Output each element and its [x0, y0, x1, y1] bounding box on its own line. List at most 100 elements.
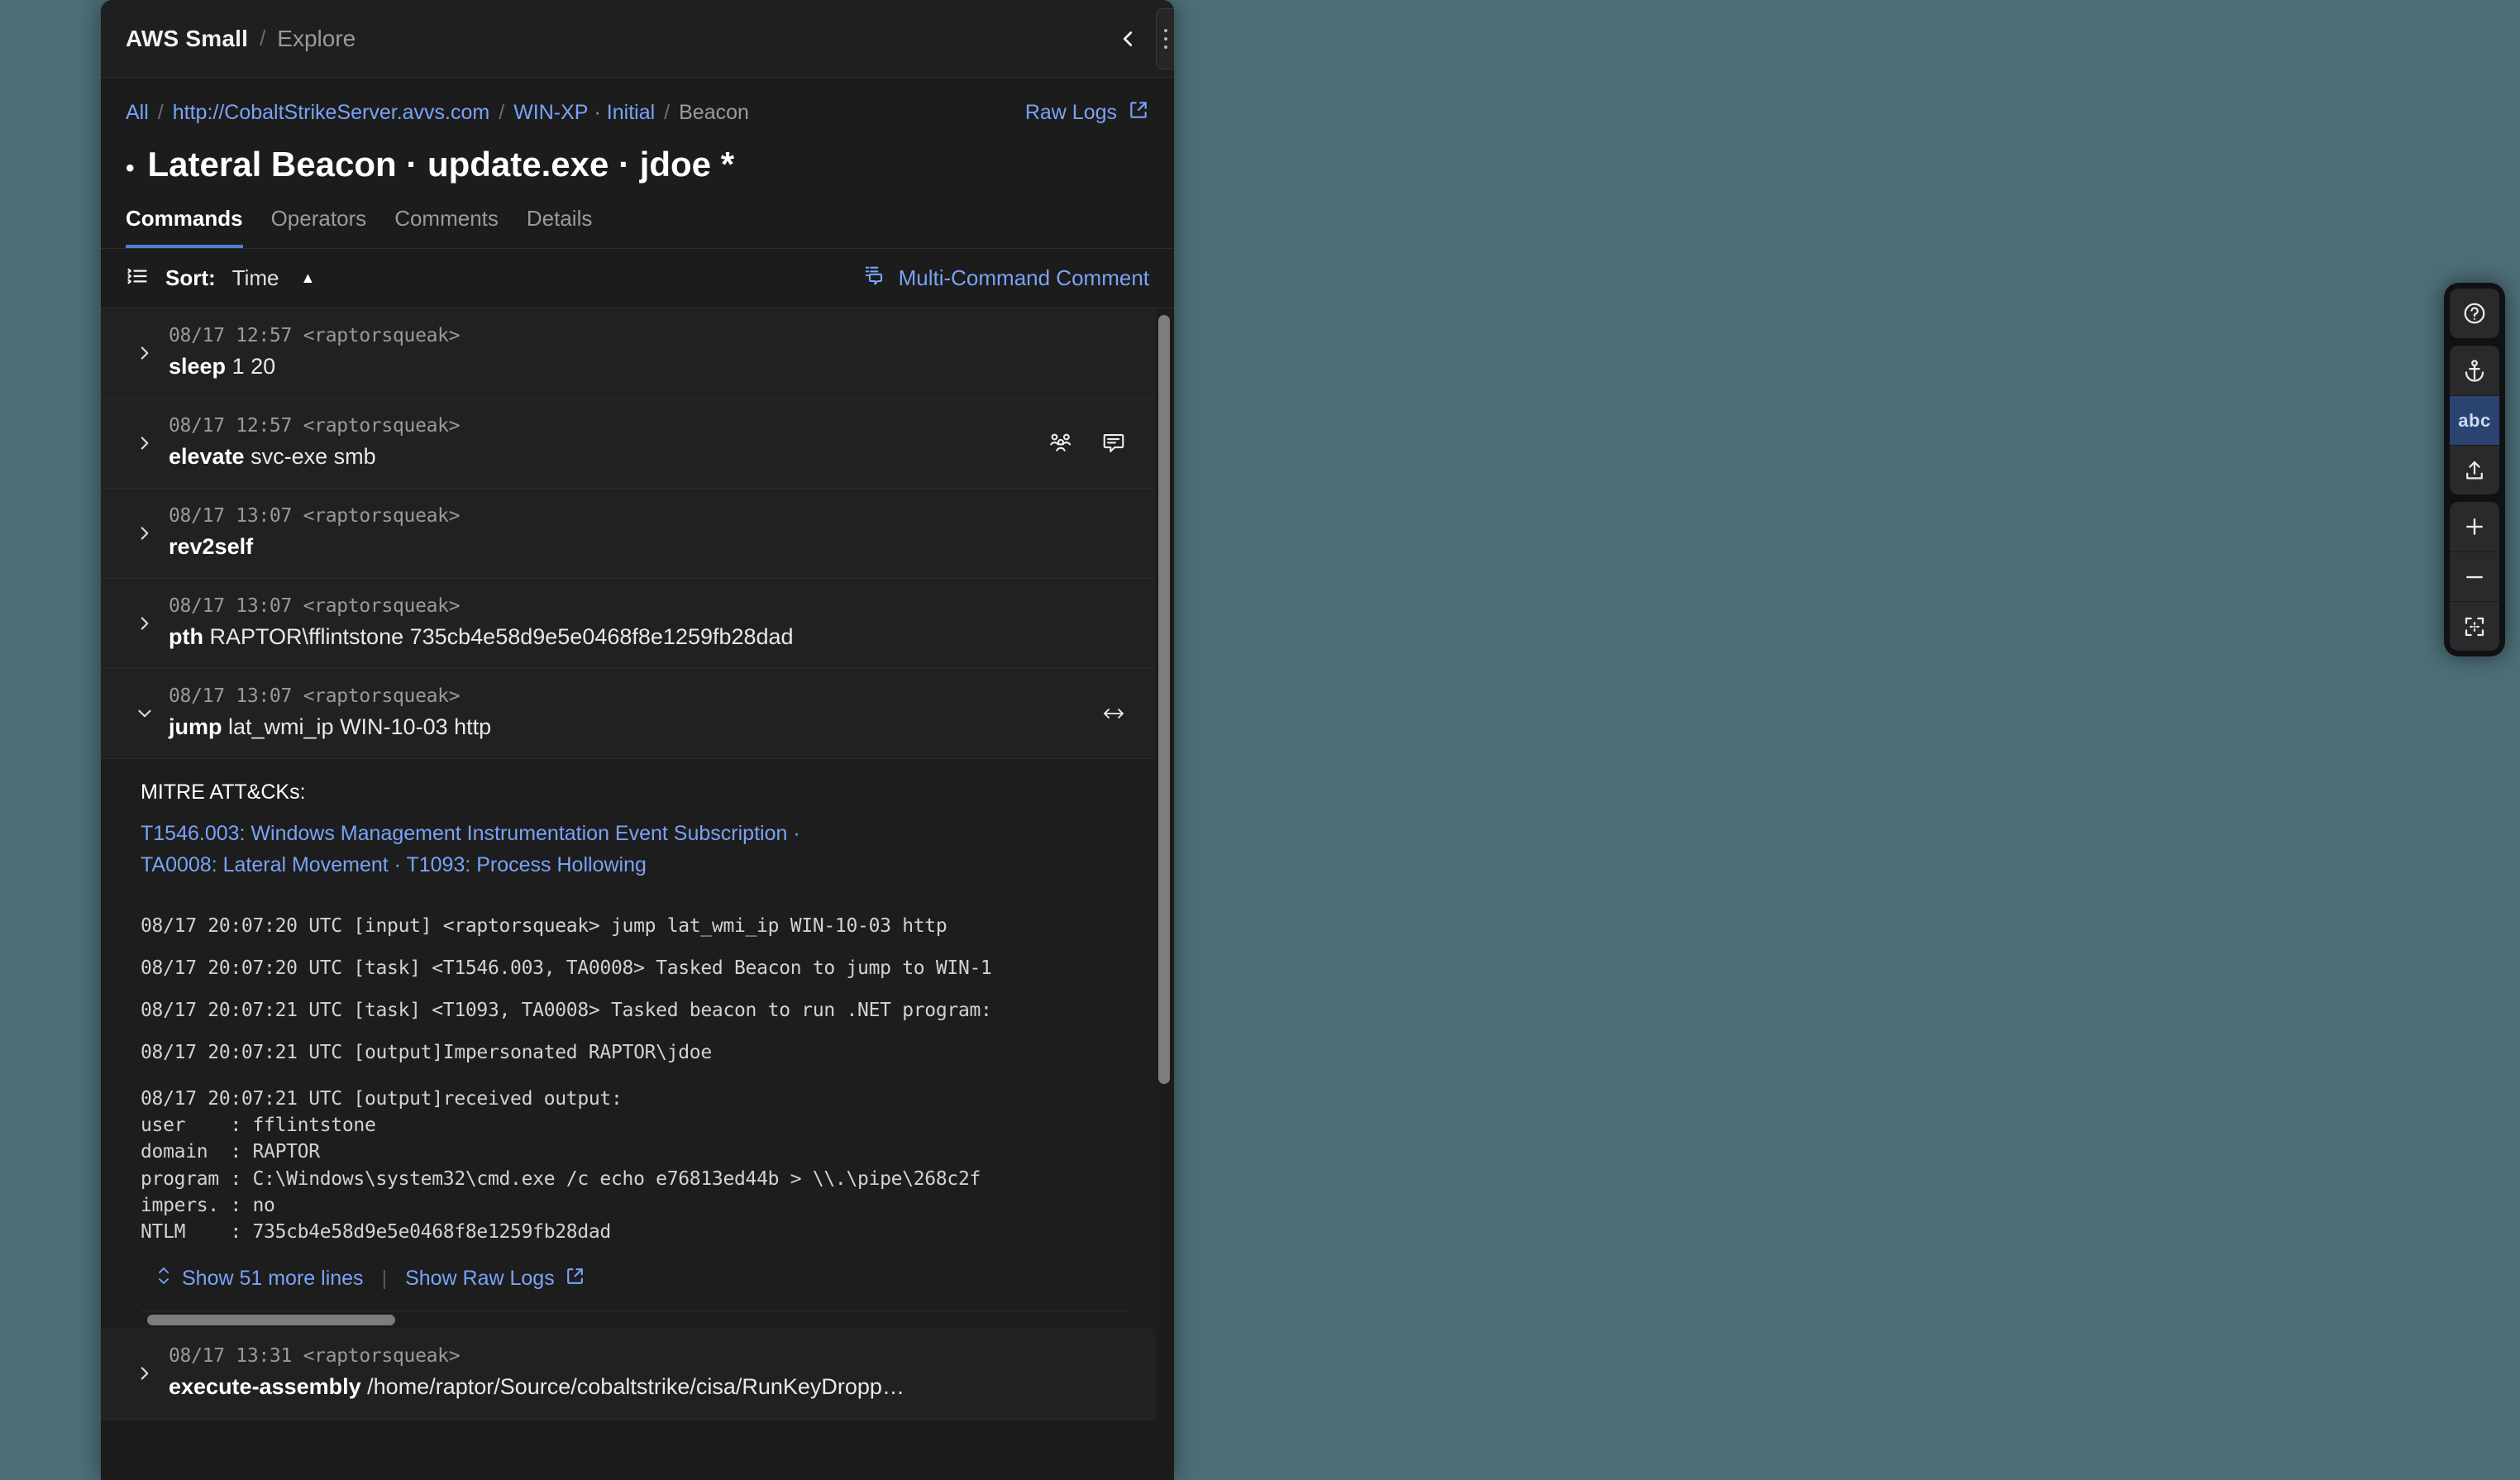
detail-footer: Show 51 more lines | Show Raw Logs — [141, 1245, 1131, 1311]
row-args: RAPTOR\fflintstone 735cb4e58d9e5e0468f8e… — [210, 624, 794, 649]
detail-horizontal-scrollbar[interactable] — [141, 1311, 1131, 1329]
log-line: 08/17 20:07:21 UTC [output]Impersonated … — [141, 1032, 1131, 1074]
sort-label: Sort: — [165, 265, 216, 291]
row-command-line: pth RAPTOR\fflintstone 735cb4e58d9e5e046… — [169, 624, 1131, 650]
panel-titlebar: AWS Small / Explore — [101, 0, 1174, 78]
drag-handle-icon[interactable] — [1156, 8, 1174, 69]
expand-vertical-icon — [155, 1265, 172, 1292]
mitre-link-t1546[interactable]: T1546.003: Windows Management Instrument… — [141, 822, 787, 845]
row-operator: <raptorsqueak> — [303, 595, 461, 617]
tab-comments[interactable]: Comments — [394, 206, 499, 248]
mitre-delimiter: · — [787, 822, 799, 845]
table-row[interactable]: 08/17 13:31 <raptorsqueak> execute-assem… — [101, 1329, 1156, 1419]
table-row[interactable]: 08/17 13:07 <raptorsqueak> jump lat_wmi_… — [101, 669, 1156, 759]
sort-value: Time — [232, 265, 279, 291]
toolbar-group-tools: abc — [2450, 346, 2499, 494]
sort-control[interactable]: Sort: Time ▲ — [126, 265, 315, 292]
chevron-down-icon[interactable] — [131, 699, 159, 728]
table-row[interactable]: 08/17 13:07 <raptorsqueak> rev2self — [101, 489, 1156, 579]
row-command-line: jump lat_wmi_ip WIN-10-03 http — [169, 714, 1131, 740]
row-timestamp: 08/17 13:07 — [169, 595, 292, 617]
row-command: sleep — [169, 354, 226, 379]
vertical-scrollbar[interactable] — [1156, 308, 1172, 1421]
breadcrumb-item-host[interactable]: WIN-XP — [513, 101, 588, 125]
row-command-line: elevate svc-exe smb — [169, 444, 1131, 470]
fit-screen-icon[interactable] — [2450, 601, 2499, 651]
row-args: /home/raptor/Source/cobaltstrike/cisa/Ru… — [367, 1374, 904, 1399]
tab-details[interactable]: Details — [527, 206, 592, 248]
show-raw-logs-label: Show Raw Logs — [405, 1267, 555, 1291]
chevron-right-icon[interactable] — [131, 519, 159, 547]
tab-operators[interactable]: Operators — [271, 206, 367, 248]
command-list-container: 08/17 12:57 <raptorsqueak> sleep 1 20 08… — [101, 308, 1174, 1421]
app-title: AWS Small — [126, 26, 248, 52]
table-row[interactable]: 08/17 12:57 <raptorsqueak> sleep 1 20 — [101, 308, 1156, 399]
zoom-out-icon[interactable] — [2450, 551, 2499, 601]
abc-text-icon[interactable]: abc — [2450, 395, 2499, 445]
external-link-icon — [565, 1266, 585, 1292]
help-icon[interactable] — [2450, 289, 2499, 338]
table-row[interactable]: 08/17 12:57 <raptorsqueak> elevate svc-e… — [101, 399, 1156, 489]
show-more-lines-label: Show 51 more lines — [182, 1267, 364, 1291]
expand-width-icon[interactable] — [1101, 704, 1126, 723]
zoom-in-icon[interactable] — [2450, 502, 2499, 551]
breadcrumb-slash: / — [158, 101, 164, 125]
row-meta: 08/17 13:07 <raptorsqueak> — [169, 505, 1131, 527]
explore-panel: AWS Small / Explore All / http://CobaltS… — [101, 0, 1174, 1480]
row-operator: <raptorsqueak> — [303, 325, 461, 346]
row-command: pth — [169, 624, 203, 649]
row-operator: <raptorsqueak> — [303, 1345, 461, 1367]
show-raw-logs-button[interactable]: Show Raw Logs — [405, 1266, 585, 1292]
multi-command-comment-button[interactable]: Multi-Command Comment — [864, 264, 1149, 293]
row-timestamp: 08/17 13:31 — [169, 1345, 292, 1367]
chevron-right-icon[interactable] — [131, 609, 159, 637]
log-line: 08/17 20:07:20 UTC [input] <raptorsqueak… — [141, 905, 1131, 948]
mitre-link-ta0008[interactable]: TA0008: Lateral Movement — [141, 853, 389, 876]
raw-logs-button[interactable]: Raw Logs — [1025, 99, 1149, 127]
page-title-text: Lateral Beacon · update.exe · jdoe * — [148, 145, 735, 184]
row-timestamp: 08/17 12:57 — [169, 415, 292, 437]
show-more-lines-button[interactable]: Show 51 more lines — [155, 1265, 364, 1292]
abc-label: abc — [2458, 410, 2490, 432]
log-output-block: 08/17 20:07:21 UTC [output]received outp… — [141, 1074, 1131, 1245]
row-operator: <raptorsqueak> — [303, 685, 461, 707]
mitre-link-t1093[interactable]: T1093: Process Hollowing — [406, 853, 646, 876]
caret-up-icon[interactable]: ▲ — [300, 270, 315, 287]
anchor-icon[interactable] — [2450, 346, 2499, 395]
breadcrumb-item-beacon: Beacon — [679, 101, 749, 125]
table-row[interactable]: 08/17 13:31 <raptorsqueak> execute-assem… — [101, 1419, 1156, 1421]
scrollbar-thumb[interactable] — [1158, 315, 1170, 1084]
title-separator: / — [260, 26, 265, 51]
footer-separator: | — [382, 1267, 388, 1291]
row-operator: <raptorsqueak> — [303, 505, 461, 527]
row-timestamp: 08/17 13:07 — [169, 505, 292, 527]
scrollbar-thumb[interactable] — [147, 1315, 395, 1325]
chevron-right-icon[interactable] — [131, 339, 159, 367]
chevron-right-icon[interactable] — [131, 1359, 159, 1387]
panel-subtitle: Explore — [277, 26, 356, 52]
tab-commands[interactable]: Commands — [126, 206, 243, 248]
operators-icon[interactable] — [1048, 431, 1073, 456]
raw-logs-label: Raw Logs — [1025, 101, 1117, 125]
toolbar-group-zoom — [2450, 502, 2499, 651]
command-list: 08/17 12:57 <raptorsqueak> sleep 1 20 08… — [101, 308, 1156, 1421]
table-row[interactable]: 08/17 13:07 <raptorsqueak> pth RAPTOR\ff… — [101, 579, 1156, 669]
upload-icon[interactable] — [2450, 445, 2499, 494]
chevron-right-icon[interactable] — [131, 429, 159, 457]
comment-icon[interactable] — [1101, 431, 1126, 456]
row-actions — [1101, 704, 1126, 723]
breadcrumb-item-initial[interactable]: Initial — [607, 101, 655, 125]
chevron-left-icon[interactable] — [1105, 16, 1151, 62]
external-link-icon — [1128, 99, 1149, 127]
row-command-line: execute-assembly /home/raptor/Source/cob… — [169, 1374, 1131, 1400]
row-timestamp: 08/17 13:07 — [169, 685, 292, 707]
breadcrumb-item-all[interactable]: All — [126, 101, 149, 125]
breadcrumb-slash: / — [664, 101, 670, 125]
row-command-line: sleep 1 20 — [169, 354, 1131, 380]
mitre-heading: MITRE ATT&CKs: — [141, 781, 1131, 804]
breadcrumb-item-server[interactable]: http://CobaltStrikeServer.avvs.com — [173, 101, 489, 125]
log-lines: 08/17 20:07:20 UTC [input] <raptorsqueak… — [141, 905, 1131, 1245]
row-meta: 08/17 13:07 <raptorsqueak> — [169, 685, 1131, 707]
status-dot: • — [126, 156, 135, 181]
row-command: rev2self — [169, 534, 253, 559]
